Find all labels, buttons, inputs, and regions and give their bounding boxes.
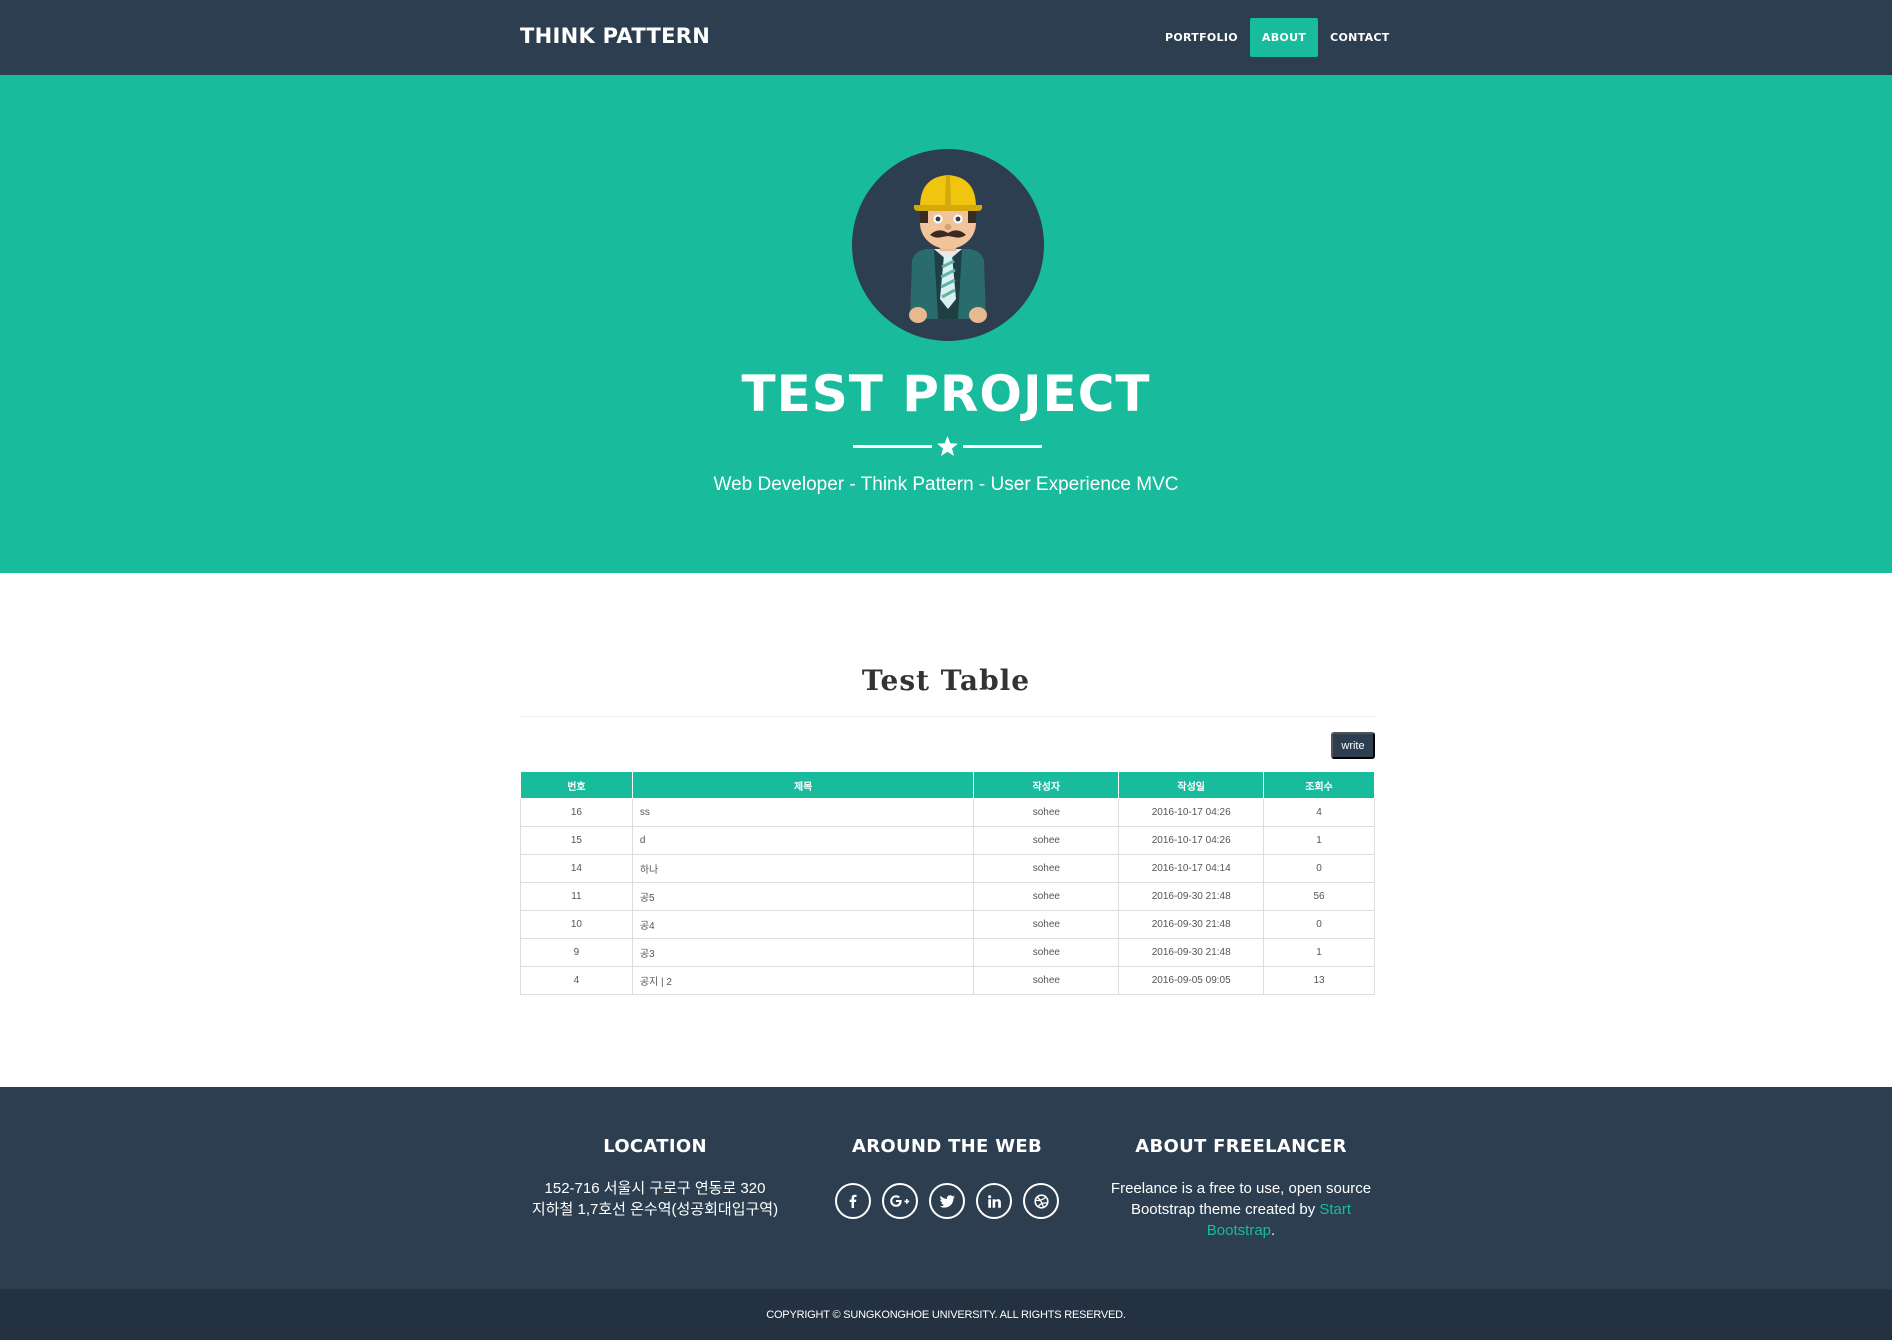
address-line-2: 지하철 1,7호선 온수역(성공회대입구역): [531, 1201, 779, 1218]
linkedin-icon[interactable]: [976, 1183, 1012, 1219]
footer-around-web: AROUND THE WEB: [807, 1087, 1087, 1219]
table-row[interactable]: 11 공5 sohee 2016-09-30 21:48 56: [520, 882, 1375, 911]
address-line-1: 152-716 서울시 구로구 연동로 320: [544, 1180, 766, 1197]
cell-author: sohee: [973, 910, 1120, 939]
header-views: 조회수: [1263, 771, 1375, 799]
footer-location: LOCATION 152-716 서울시 구로구 연동로 320 지하철 1,7…: [520, 1087, 790, 1220]
location-heading: LOCATION: [603, 1136, 707, 1157]
google-plus-icon[interactable]: [882, 1183, 918, 1219]
cell-views: 0: [1263, 910, 1375, 939]
star-divider: [853, 435, 1042, 457]
header-number: 번호: [520, 771, 633, 799]
about-text: Freelance is a free to use, open source …: [1106, 1178, 1376, 1241]
cell-views: 1: [1263, 938, 1375, 967]
header-date: 작성일: [1118, 771, 1265, 799]
cell-title: 공5: [631, 882, 975, 911]
header-author: 작성자: [973, 771, 1120, 799]
cell-views: 1: [1263, 826, 1375, 855]
cell-title: 공4: [631, 910, 975, 939]
post-title-link[interactable]: 공3: [640, 949, 655, 960]
cell-author: sohee: [973, 966, 1120, 995]
nav-item-contact[interactable]: CONTACT: [1318, 18, 1401, 57]
location-address: 152-716 서울시 구로구 연동로 320 지하철 1,7호선 온수역(성공…: [520, 1178, 790, 1220]
copyright-bar: COPYRIGHT © SUNGKONGHOE UNIVERSITY. ALL …: [0, 1289, 1892, 1340]
social-links: [807, 1183, 1087, 1219]
cell-title: 공지 | 2: [631, 966, 975, 995]
cell-title: 공3: [631, 938, 975, 967]
twitter-icon[interactable]: [929, 1183, 965, 1219]
title-divider: [520, 716, 1375, 717]
hero-title: TEST PROJECT: [741, 365, 1151, 423]
cell-author: sohee: [973, 854, 1120, 883]
cell-number: 11: [520, 882, 633, 911]
board-table: 번호 제목 작성자 작성일 조회수 16 ss sohee 2016-10-17…: [520, 771, 1375, 995]
cell-number: 15: [520, 826, 633, 855]
cell-date: 2016-09-30 21:48: [1118, 910, 1265, 939]
cell-title: 하나: [631, 854, 975, 883]
section-title: Test Table: [861, 664, 1031, 697]
header-title: 제목: [631, 771, 975, 799]
nav-menu: PORTFOLIO ABOUT CONTACT: [1153, 18, 1402, 57]
hero-subtitle: Web Developer - Think Pattern - User Exp…: [713, 474, 1179, 495]
post-title-link[interactable]: ss: [640, 807, 650, 818]
cell-number: 14: [520, 854, 633, 883]
cell-author: sohee: [973, 882, 1120, 911]
table-row[interactable]: 4 공지 | 2 sohee 2016-09-05 09:05 13: [520, 966, 1375, 995]
cell-title: ss: [631, 798, 975, 827]
footer-about: ABOUT FREELANCER Freelance is a free to …: [1106, 1087, 1376, 1241]
table-header-row: 번호 제목 작성자 작성일 조회수: [520, 771, 1375, 799]
nav-item-portfolio[interactable]: PORTFOLIO: [1153, 18, 1250, 57]
nav-item-about[interactable]: ABOUT: [1249, 18, 1319, 57]
cell-author: sohee: [973, 798, 1120, 827]
hero-header: TEST PROJECT Web Developer - Think Patte…: [0, 75, 1892, 573]
about-text-end: .: [1271, 1222, 1276, 1239]
cell-date: 2016-10-17 04:26: [1118, 798, 1265, 827]
construction-worker-avatar: [852, 149, 1044, 341]
cell-views: 56: [1263, 882, 1375, 911]
post-title-link[interactable]: 공지 | 2: [640, 977, 672, 988]
table-row[interactable]: 14 하나 sohee 2016-10-17 04:14 0: [520, 854, 1375, 883]
table-row[interactable]: 16 ss sohee 2016-10-17 04:26 4: [520, 798, 1375, 827]
cell-views: 0: [1263, 854, 1375, 883]
cell-title: d: [631, 826, 975, 855]
about-heading: ABOUT FREELANCER: [1135, 1136, 1347, 1157]
cell-number: 4: [520, 966, 633, 995]
post-title-link[interactable]: 공4: [640, 921, 655, 932]
cell-date: 2016-09-05 09:05: [1118, 966, 1265, 995]
cell-date: 2016-09-30 21:48: [1118, 882, 1265, 911]
footer: LOCATION 152-716 서울시 구로구 연동로 320 지하철 1,7…: [0, 1087, 1892, 1289]
cell-number: 9: [520, 938, 633, 967]
post-title-link[interactable]: d: [640, 835, 646, 846]
cell-author: sohee: [973, 938, 1120, 967]
cell-number: 16: [520, 798, 633, 827]
table-row[interactable]: 10 공4 sohee 2016-09-30 21:48 0: [520, 910, 1375, 939]
table-row[interactable]: 9 공3 sohee 2016-09-30 21:48 1: [520, 938, 1375, 967]
cell-date: 2016-09-30 21:48: [1118, 938, 1265, 967]
facebook-icon[interactable]: [835, 1183, 871, 1219]
cell-author: sohee: [973, 826, 1120, 855]
write-button[interactable]: write: [1331, 732, 1375, 759]
around-web-heading: AROUND THE WEB: [852, 1136, 1042, 1157]
brand-logo[interactable]: THINK PATTERN: [520, 24, 710, 48]
table-row[interactable]: 15 d sohee 2016-10-17 04:26 1: [520, 826, 1375, 855]
cell-date: 2016-10-17 04:14: [1118, 854, 1265, 883]
dribbble-icon[interactable]: [1023, 1183, 1059, 1219]
post-title-link[interactable]: 공5: [640, 893, 655, 904]
cell-views: 13: [1263, 966, 1375, 995]
cell-date: 2016-10-17 04:26: [1118, 826, 1265, 855]
post-title-link[interactable]: 하나: [640, 865, 658, 876]
cell-number: 10: [520, 910, 633, 939]
top-navbar: THINK PATTERN PORTFOLIO ABOUT CONTACT: [0, 0, 1892, 75]
cell-views: 4: [1263, 798, 1375, 827]
star-icon: [937, 436, 958, 456]
